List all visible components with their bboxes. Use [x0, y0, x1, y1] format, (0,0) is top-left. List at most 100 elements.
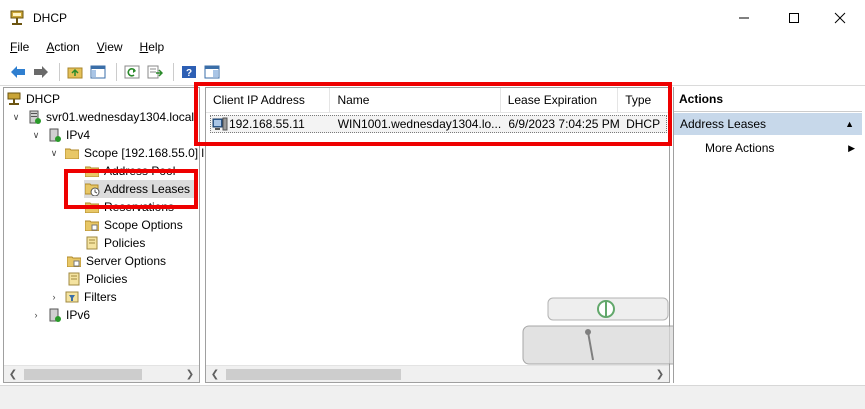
results-pane[interactable]: Client IP Address Name Lease Expiration …: [205, 87, 694, 383]
tree-label: IPv4: [66, 128, 91, 142]
expand-icon[interactable]: ›: [48, 292, 60, 302]
console-tree[interactable]: DHCP ∨ svr01.wednesday1304.local ∨ IPv4 …: [3, 87, 204, 383]
close-button[interactable]: [817, 0, 863, 36]
collapse-icon[interactable]: ∨: [10, 112, 22, 123]
back-arrow-icon: [11, 65, 25, 78]
scrollbar-thumb[interactable]: [226, 369, 401, 380]
tree-item-scope-options[interactable]: Scope Options: [84, 216, 183, 234]
title-bar: DHCP: [0, 0, 865, 36]
cell-lease-expiration: 6/9/2023 7:04:25 PM: [508, 117, 620, 131]
more-actions-label: More Actions: [705, 141, 775, 155]
tree-label: Address Pool: [104, 164, 176, 178]
column-header-type[interactable]: Type: [618, 88, 669, 113]
help-icon: ?: [182, 65, 196, 79]
forward-button[interactable]: [31, 62, 51, 82]
tree-label: Reservations: [104, 200, 175, 214]
cell-name: WIN1001.wednesday1304.lo...: [337, 117, 502, 131]
actions-header: Actions: [674, 87, 862, 112]
tree-item-dhcp[interactable]: DHCP: [6, 90, 60, 108]
tree-item-filters[interactable]: › Filters: [48, 288, 117, 306]
close-icon: [834, 12, 846, 24]
toolbar-separator: [116, 62, 117, 81]
tree-item-reservations[interactable]: Reservations: [84, 198, 174, 216]
menu-bar: File Action View Help: [0, 36, 865, 58]
scroll-right-arrow-icon[interactable]: ❯: [652, 367, 668, 382]
back-button[interactable]: [8, 62, 28, 82]
tree-item-address-leases[interactable]: Address Leases: [84, 180, 195, 198]
actions-section-address-leases[interactable]: Address Leases ▲: [674, 113, 862, 135]
tree-label: Filters: [84, 290, 117, 304]
tree-label: Policies: [104, 236, 146, 250]
maximize-button[interactable]: [771, 0, 817, 36]
svg-text:?: ?: [186, 68, 192, 79]
watermark-logo: [522, 297, 694, 365]
server-icon: [26, 109, 42, 125]
tree-item-ipv4[interactable]: ∨ IPv4: [30, 126, 90, 144]
tree-horizontal-scrollbar[interactable]: ❮ ❯: [4, 365, 199, 382]
tree-item-scope-policies[interactable]: Policies: [84, 234, 145, 252]
results-horizontal-scrollbar[interactable]: ❮ ❯: [206, 365, 669, 382]
actions-pane: Actions Address Leases ▲ More Actions ▶: [673, 87, 862, 383]
refresh-icon: [124, 65, 140, 78]
tree-label: Address Leases: [104, 182, 191, 196]
tree-item-scope[interactable]: ∨ Scope [192.168.55.0] l: [48, 144, 204, 162]
column-header-lease-expiration[interactable]: Lease Expiration: [501, 88, 619, 113]
console-tree-icon: [90, 65, 106, 78]
tree-label: svr01.wednesday1304.local: [46, 110, 195, 124]
policy-icon: [66, 271, 82, 287]
options-folder-icon: [84, 217, 100, 233]
tree-label: IPv6: [66, 308, 91, 322]
refresh-button[interactable]: [122, 62, 142, 82]
window-title: DHCP: [33, 11, 68, 25]
collapse-up-icon[interactable]: ▲: [845, 113, 854, 135]
menu-help[interactable]: Help: [138, 38, 167, 56]
scroll-right-arrow-icon[interactable]: ❯: [182, 367, 198, 382]
tree-item-address-pool[interactable]: Address Pool: [84, 162, 175, 180]
export-list-button[interactable]: [145, 62, 165, 82]
menu-file[interactable]: File: [8, 38, 31, 56]
minimize-icon: [739, 17, 749, 19]
ipv4-icon: [46, 127, 62, 143]
scroll-left-arrow-icon[interactable]: ❮: [5, 367, 21, 382]
collapse-icon[interactable]: ∨: [48, 148, 60, 159]
column-header-name[interactable]: Name: [330, 88, 501, 113]
tree-label: Server Options: [86, 254, 167, 268]
submenu-arrow-icon: ▶: [848, 143, 855, 153]
minimize-button[interactable]: [721, 0, 767, 36]
more-actions-item[interactable]: More Actions ▶: [705, 138, 855, 158]
dhcp-app-icon: [10, 10, 24, 25]
tree-label: Scope Options: [104, 218, 183, 232]
actions-section-label: Address Leases: [680, 117, 767, 131]
folder-icon: [64, 145, 80, 161]
menu-view[interactable]: View: [95, 38, 125, 56]
tree-label: DHCP: [26, 92, 61, 106]
options-folder-icon: [66, 253, 82, 269]
tree-item-server[interactable]: ∨ svr01.wednesday1304.local: [10, 108, 194, 126]
ipv6-icon: [46, 307, 62, 323]
tree-item-ipv6[interactable]: › IPv6: [30, 306, 90, 324]
tree-label: Scope [192.168.55.0] l: [84, 146, 205, 160]
help-button[interactable]: ?: [179, 62, 199, 82]
tree-item-server-options[interactable]: Server Options: [66, 252, 166, 270]
column-header-client-ip[interactable]: Client IP Address: [206, 88, 331, 113]
collapse-icon[interactable]: ∨: [30, 130, 42, 141]
scroll-left-arrow-icon[interactable]: ❮: [207, 367, 223, 382]
expand-icon[interactable]: ›: [30, 310, 42, 320]
forward-arrow-icon: [34, 65, 48, 78]
show-hide-console-tree-button[interactable]: [88, 62, 108, 82]
folder-icon: [84, 199, 100, 215]
filter-icon: [64, 289, 80, 305]
cell-type: DHCP: [626, 117, 661, 131]
tree-item-policies[interactable]: Policies: [66, 270, 127, 288]
status-bar: [0, 385, 865, 409]
cell-client-ip: 192.168.55.11: [228, 117, 305, 131]
menu-action[interactable]: Action: [44, 38, 81, 56]
toolbar-separator: [173, 62, 174, 81]
table-row[interactable]: 192.168.55.11 WIN1001.wednesday1304.lo..…: [210, 115, 667, 133]
scrollbar-thumb[interactable]: [24, 369, 142, 380]
policy-icon: [84, 235, 100, 251]
lease-folder-icon: [84, 181, 100, 197]
up-folder-button[interactable]: [65, 62, 85, 82]
show-hide-action-pane-button[interactable]: [202, 62, 222, 82]
maximize-icon: [789, 13, 799, 23]
